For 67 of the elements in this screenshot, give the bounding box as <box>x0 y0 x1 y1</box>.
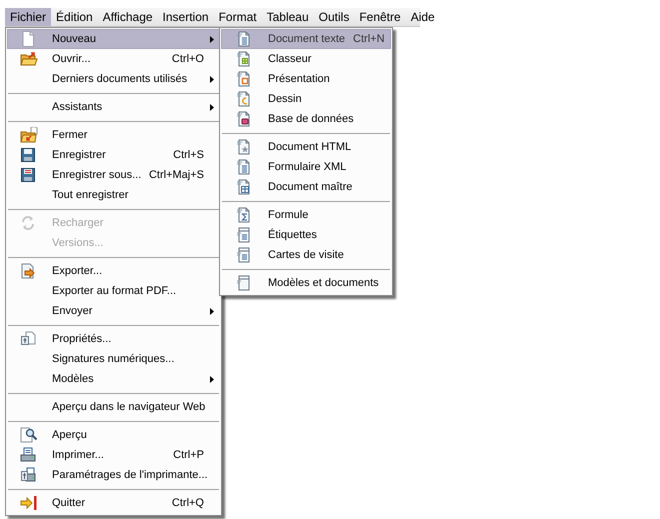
export-icon <box>20 263 36 279</box>
menubar-item[interactable]: Affichage <box>98 8 158 26</box>
menu-item[interactable]: Document HTML <box>221 137 391 157</box>
document-stack-icon <box>236 227 252 243</box>
menu-item[interactable]: Étiquettes <box>221 225 391 245</box>
menu-item[interactable]: Enregistrer Ctrl+S <box>7 145 220 165</box>
exit-icon <box>20 495 38 511</box>
menu-item[interactable]: Paramétrages de l'imprimante... <box>7 465 220 485</box>
menu-item[interactable]: Aperçu dans le navigateur Web <box>7 397 220 417</box>
document-stack-icon <box>236 275 252 291</box>
submenu-arrow-icon <box>210 376 214 382</box>
drawing-icon <box>236 91 252 107</box>
menu-item[interactable]: Document maître <box>221 177 391 197</box>
menu-item[interactable]: Dessin <box>221 89 391 109</box>
master-document-icon <box>236 179 252 195</box>
menubar-item[interactable]: Fenêtre <box>354 8 406 26</box>
presentation-icon <box>236 71 252 87</box>
web-document-icon <box>236 139 252 155</box>
properties-icon <box>20 331 36 347</box>
menu-item[interactable]: Exporter au format PDF... <box>7 281 220 301</box>
menu-item[interactable]: Base de données <box>221 109 391 129</box>
submenu-arrow-icon <box>210 308 214 314</box>
menubar-item[interactable]: Tableau <box>262 8 314 26</box>
submenu-arrow-icon <box>210 104 214 110</box>
document-stack-icon <box>236 247 252 263</box>
menu-item[interactable]: Modèles et documents <box>221 273 391 293</box>
menubar-item[interactable]: Outils <box>314 8 354 26</box>
submenu-arrow-icon <box>210 36 214 42</box>
folder-icon <box>20 127 38 143</box>
menubar-item[interactable]: Format <box>214 8 262 26</box>
database-icon <box>236 111 252 127</box>
menu-item[interactable]: Présentation <box>221 69 391 89</box>
menu-item[interactable]: Fermer <box>7 125 220 145</box>
menu-item[interactable]: Modèles <box>7 369 220 389</box>
menu-item[interactable]: Imprimer... Ctrl+P <box>7 445 220 465</box>
menubar-item[interactable]: Fichier <box>5 8 52 26</box>
menu-item[interactable]: Nouveau <box>7 29 220 49</box>
menu-item[interactable]: Tout enregistrer <box>7 185 220 205</box>
open-folder-icon <box>20 51 38 67</box>
menu-item[interactable]: Formule <box>221 205 391 225</box>
menu-item[interactable]: Aperçu <box>7 425 220 445</box>
menu-item[interactable]: Signatures numériques... <box>7 349 220 369</box>
menu-item[interactable]: Document texte Ctrl+N <box>221 29 391 49</box>
submenu-arrow-icon <box>210 76 214 82</box>
spreadsheet-icon <box>236 51 252 67</box>
magnifier-icon <box>20 427 38 443</box>
refresh-icon <box>20 215 36 231</box>
text-document-icon <box>236 31 252 47</box>
menubar-item[interactable]: Édition <box>51 8 98 26</box>
menubar-item[interactable]: Insertion <box>158 8 214 26</box>
page-icon <box>20 31 36 47</box>
menubar-item[interactable]: Aide <box>406 8 440 26</box>
menu-item[interactable]: Derniers documents utilisés <box>7 69 220 89</box>
menu-item[interactable]: Quitter Ctrl+Q <box>7 493 220 513</box>
text-document-icon <box>236 159 252 175</box>
formula-icon <box>236 207 252 223</box>
printer-settings-icon <box>20 467 36 483</box>
menu-item[interactable]: Formulaire XML <box>221 157 391 177</box>
menu-item[interactable]: Propriétés... <box>7 329 220 349</box>
printer-icon <box>20 447 36 463</box>
menu-item[interactable]: Classeur <box>221 49 391 69</box>
menu-item[interactable]: Exporter... <box>7 261 220 281</box>
menu-item[interactable]: Enregistrer sous... Ctrl+Maj+S <box>7 165 220 185</box>
menu-item[interactable]: Cartes de visite <box>221 245 391 265</box>
menu-item[interactable]: Ouvrir... Ctrl+O <box>7 49 220 69</box>
menu-item[interactable]: Envoyer <box>7 301 220 321</box>
menu-item[interactable]: Assistants <box>7 97 220 117</box>
